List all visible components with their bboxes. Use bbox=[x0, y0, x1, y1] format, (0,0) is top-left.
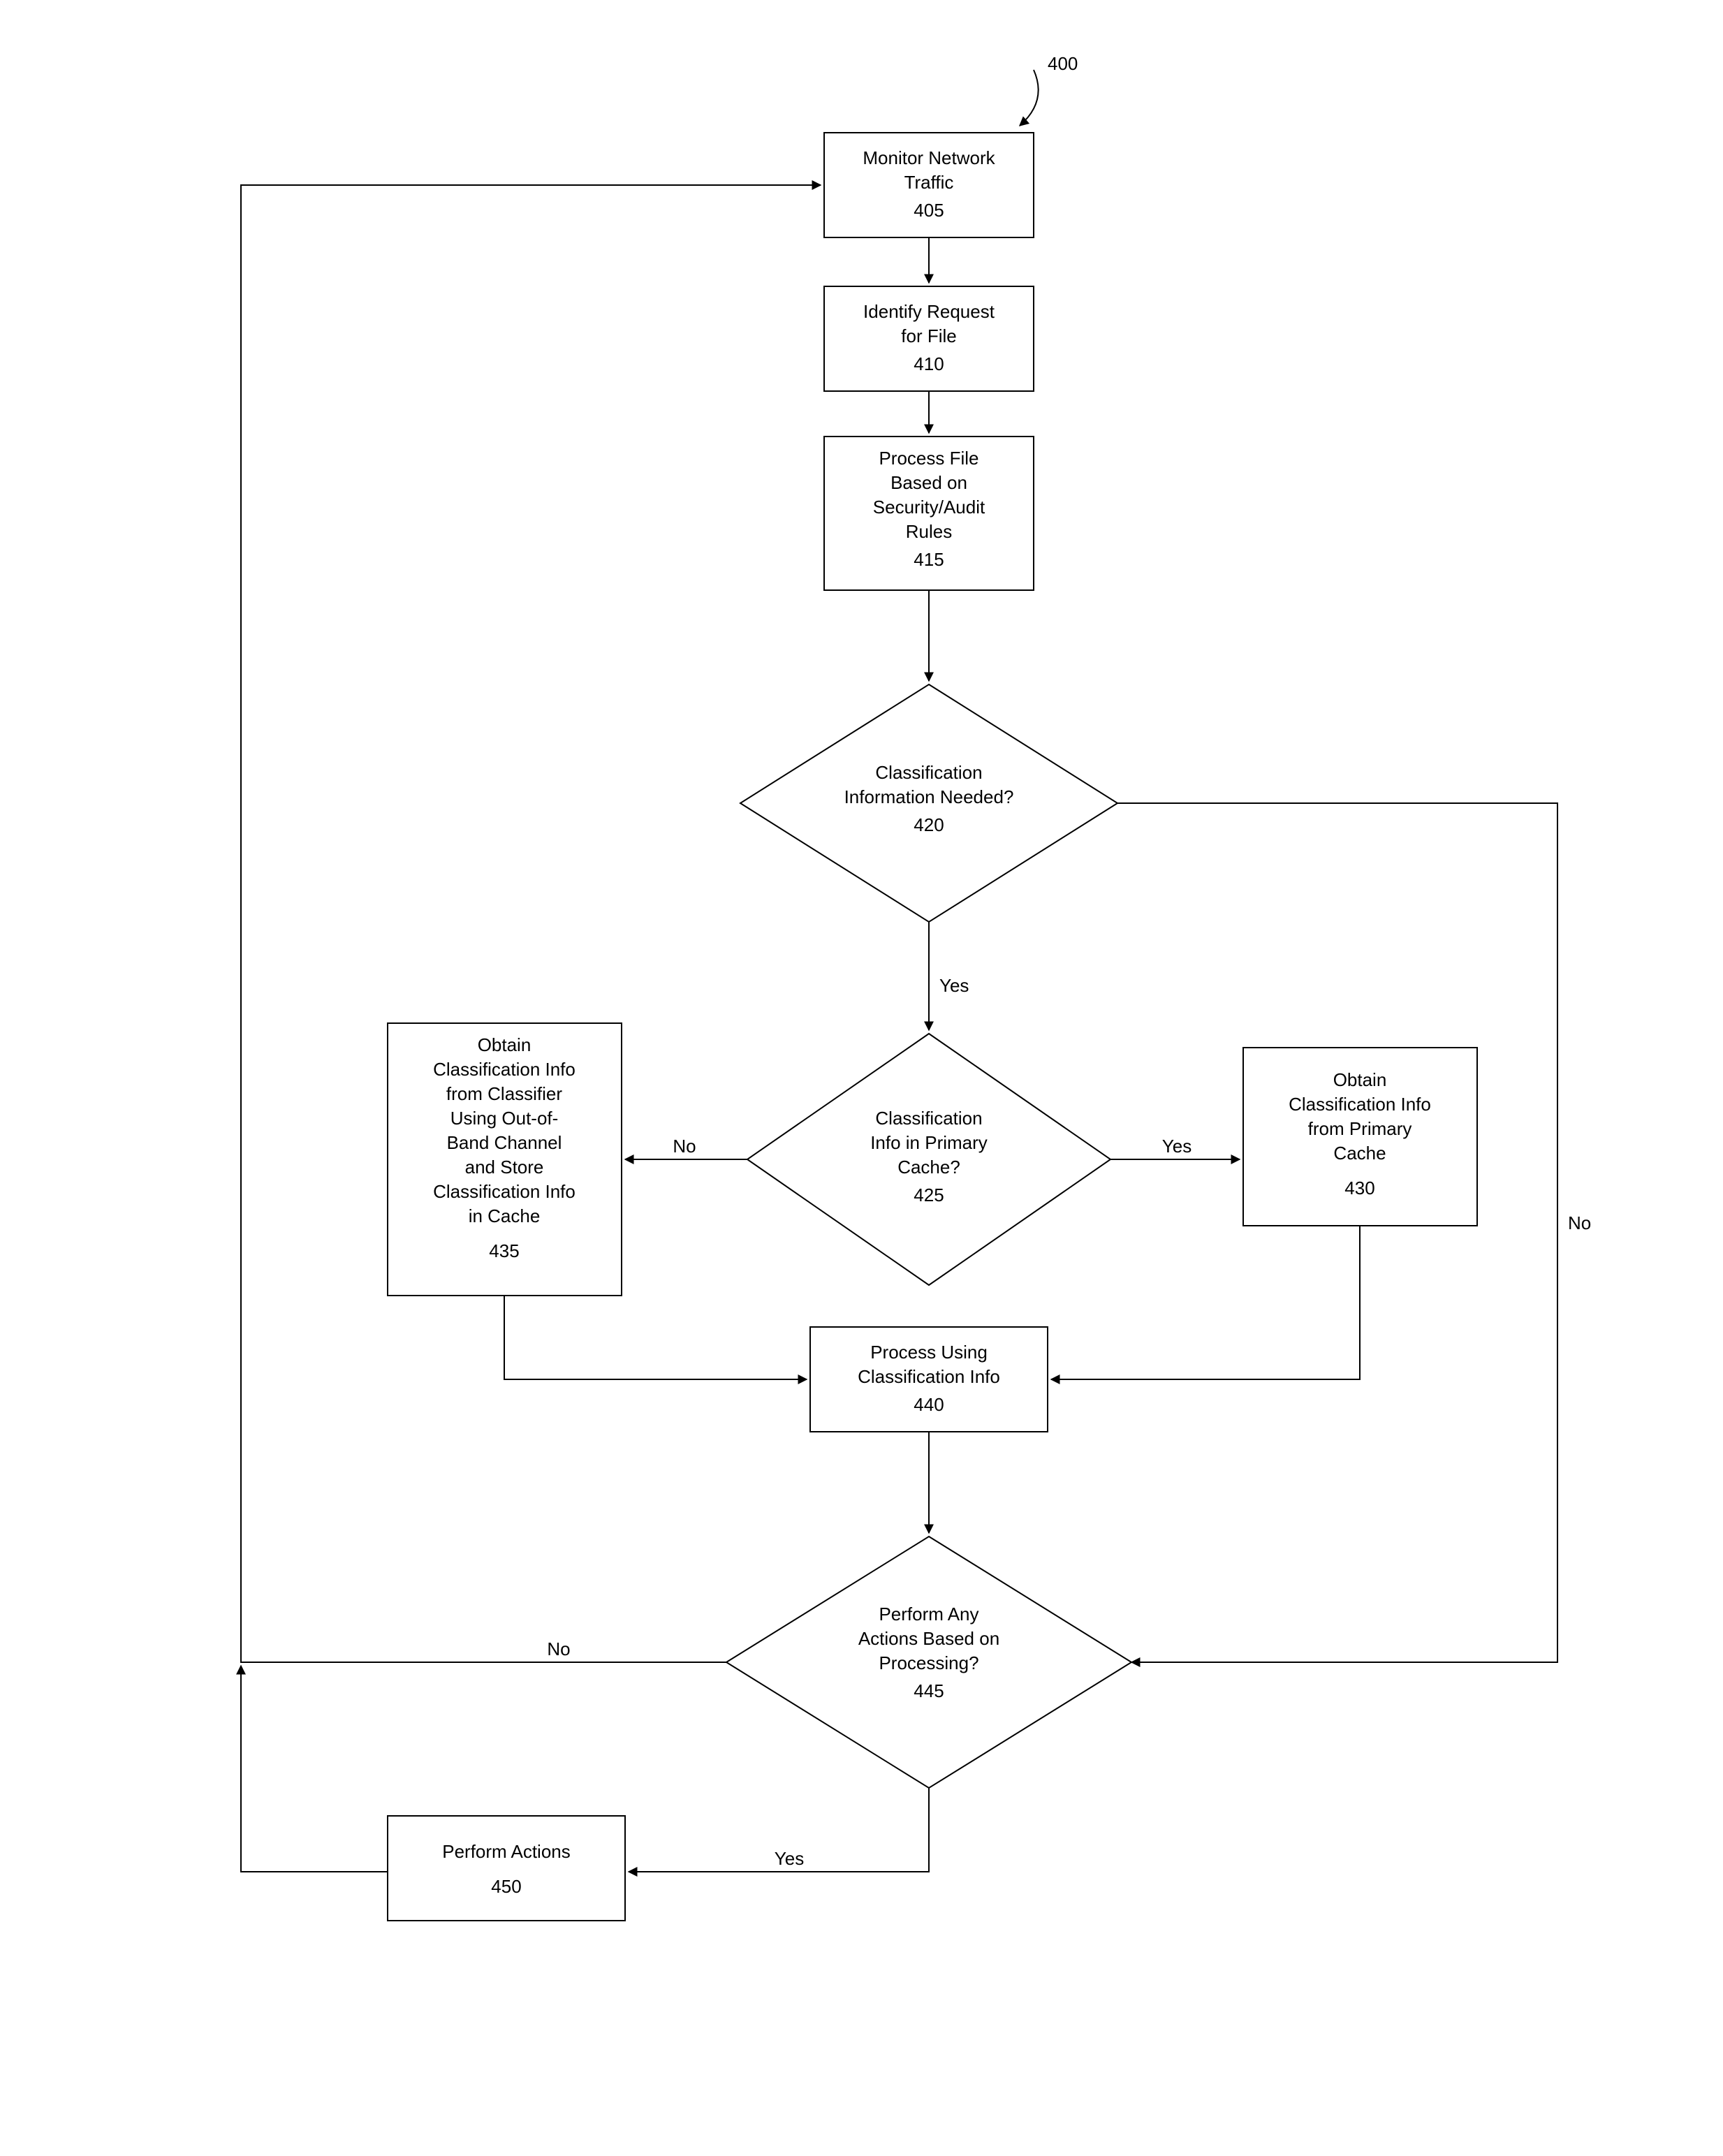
node-410: Identify Request for File 410 bbox=[824, 286, 1034, 391]
svg-text:Cache: Cache bbox=[1333, 1143, 1386, 1164]
svg-text:Traffic: Traffic bbox=[904, 172, 954, 193]
figure-ref: 400 bbox=[1020, 53, 1078, 126]
svg-text:and Store: and Store bbox=[465, 1157, 544, 1178]
node-415: Process File Based on Security/Audit Rul… bbox=[824, 437, 1034, 590]
edge-430-440 bbox=[1051, 1226, 1360, 1379]
svg-text:Classification Info: Classification Info bbox=[433, 1181, 575, 1202]
svg-text:Classification Info: Classification Info bbox=[433, 1059, 575, 1080]
svg-text:for File: for File bbox=[901, 325, 956, 346]
svg-text:Monitor Network: Monitor Network bbox=[863, 147, 995, 168]
label-no-425: No bbox=[673, 1136, 696, 1157]
edge-450-return bbox=[241, 1666, 388, 1872]
svg-text:Band Channel: Band Channel bbox=[447, 1132, 562, 1153]
svg-text:Info in Primary: Info in Primary bbox=[870, 1132, 988, 1153]
figure-ref-text: 400 bbox=[1048, 53, 1078, 74]
svg-text:420: 420 bbox=[914, 814, 944, 835]
svg-text:435: 435 bbox=[489, 1240, 519, 1261]
node-425: Classification Info in Primary Cache? 42… bbox=[747, 1034, 1110, 1285]
node-430: Obtain Classification Info from Primary … bbox=[1243, 1048, 1477, 1226]
svg-text:Process Using: Process Using bbox=[870, 1342, 988, 1363]
svg-text:Based on: Based on bbox=[890, 472, 967, 493]
svg-text:in Cache: in Cache bbox=[469, 1205, 541, 1226]
svg-text:Obtain: Obtain bbox=[1333, 1069, 1387, 1090]
svg-text:Identify Request: Identify Request bbox=[863, 301, 995, 322]
svg-text:Processing?: Processing? bbox=[879, 1652, 978, 1673]
label-yes-425: Yes bbox=[1162, 1136, 1192, 1157]
node-450: Perform Actions 450 bbox=[388, 1816, 625, 1921]
label-no-420: No bbox=[1568, 1212, 1591, 1233]
label-no-445: No bbox=[547, 1638, 570, 1659]
svg-text:445: 445 bbox=[914, 1680, 944, 1701]
svg-text:Information Needed?: Information Needed? bbox=[844, 786, 1014, 807]
node-435: Obtain Classification Info from Classifi… bbox=[388, 1023, 622, 1296]
svg-text:from Classifier: from Classifier bbox=[446, 1083, 562, 1104]
svg-text:410: 410 bbox=[914, 353, 944, 374]
edge-420-no bbox=[1117, 803, 1557, 1662]
svg-text:Cache?: Cache? bbox=[897, 1157, 960, 1178]
svg-text:Perform Any: Perform Any bbox=[879, 1604, 978, 1625]
svg-text:440: 440 bbox=[914, 1394, 944, 1415]
svg-text:430: 430 bbox=[1344, 1178, 1374, 1198]
svg-text:415: 415 bbox=[914, 549, 944, 570]
svg-text:450: 450 bbox=[491, 1876, 521, 1897]
label-yes-420: Yes bbox=[939, 975, 969, 996]
edge-445-no bbox=[241, 185, 821, 1662]
node-445: Perform Any Actions Based on Processing?… bbox=[726, 1537, 1131, 1788]
svg-text:Classification: Classification bbox=[875, 1108, 982, 1129]
svg-text:from Primary: from Primary bbox=[1308, 1118, 1412, 1139]
svg-text:Process File: Process File bbox=[879, 448, 978, 469]
node-420: Classification Information Needed? 420 bbox=[740, 684, 1117, 922]
svg-text:Classification Info: Classification Info bbox=[1289, 1094, 1431, 1115]
svg-text:Perform Actions: Perform Actions bbox=[442, 1841, 571, 1862]
svg-text:Using Out-of-: Using Out-of- bbox=[450, 1108, 559, 1129]
svg-text:Rules: Rules bbox=[906, 521, 952, 542]
svg-text:425: 425 bbox=[914, 1185, 944, 1205]
svg-text:Classification Info: Classification Info bbox=[858, 1366, 1000, 1387]
svg-text:Obtain: Obtain bbox=[478, 1034, 531, 1055]
svg-text:Classification: Classification bbox=[875, 762, 982, 783]
svg-text:Security/Audit: Security/Audit bbox=[873, 497, 985, 518]
node-440: Process Using Classification Info 440 bbox=[810, 1327, 1048, 1432]
edge-435-440 bbox=[504, 1296, 807, 1379]
svg-text:405: 405 bbox=[914, 200, 944, 221]
svg-text:Actions Based on: Actions Based on bbox=[858, 1628, 999, 1649]
node-405: Monitor Network Traffic 405 bbox=[824, 133, 1034, 237]
label-yes-445: Yes bbox=[775, 1848, 804, 1869]
